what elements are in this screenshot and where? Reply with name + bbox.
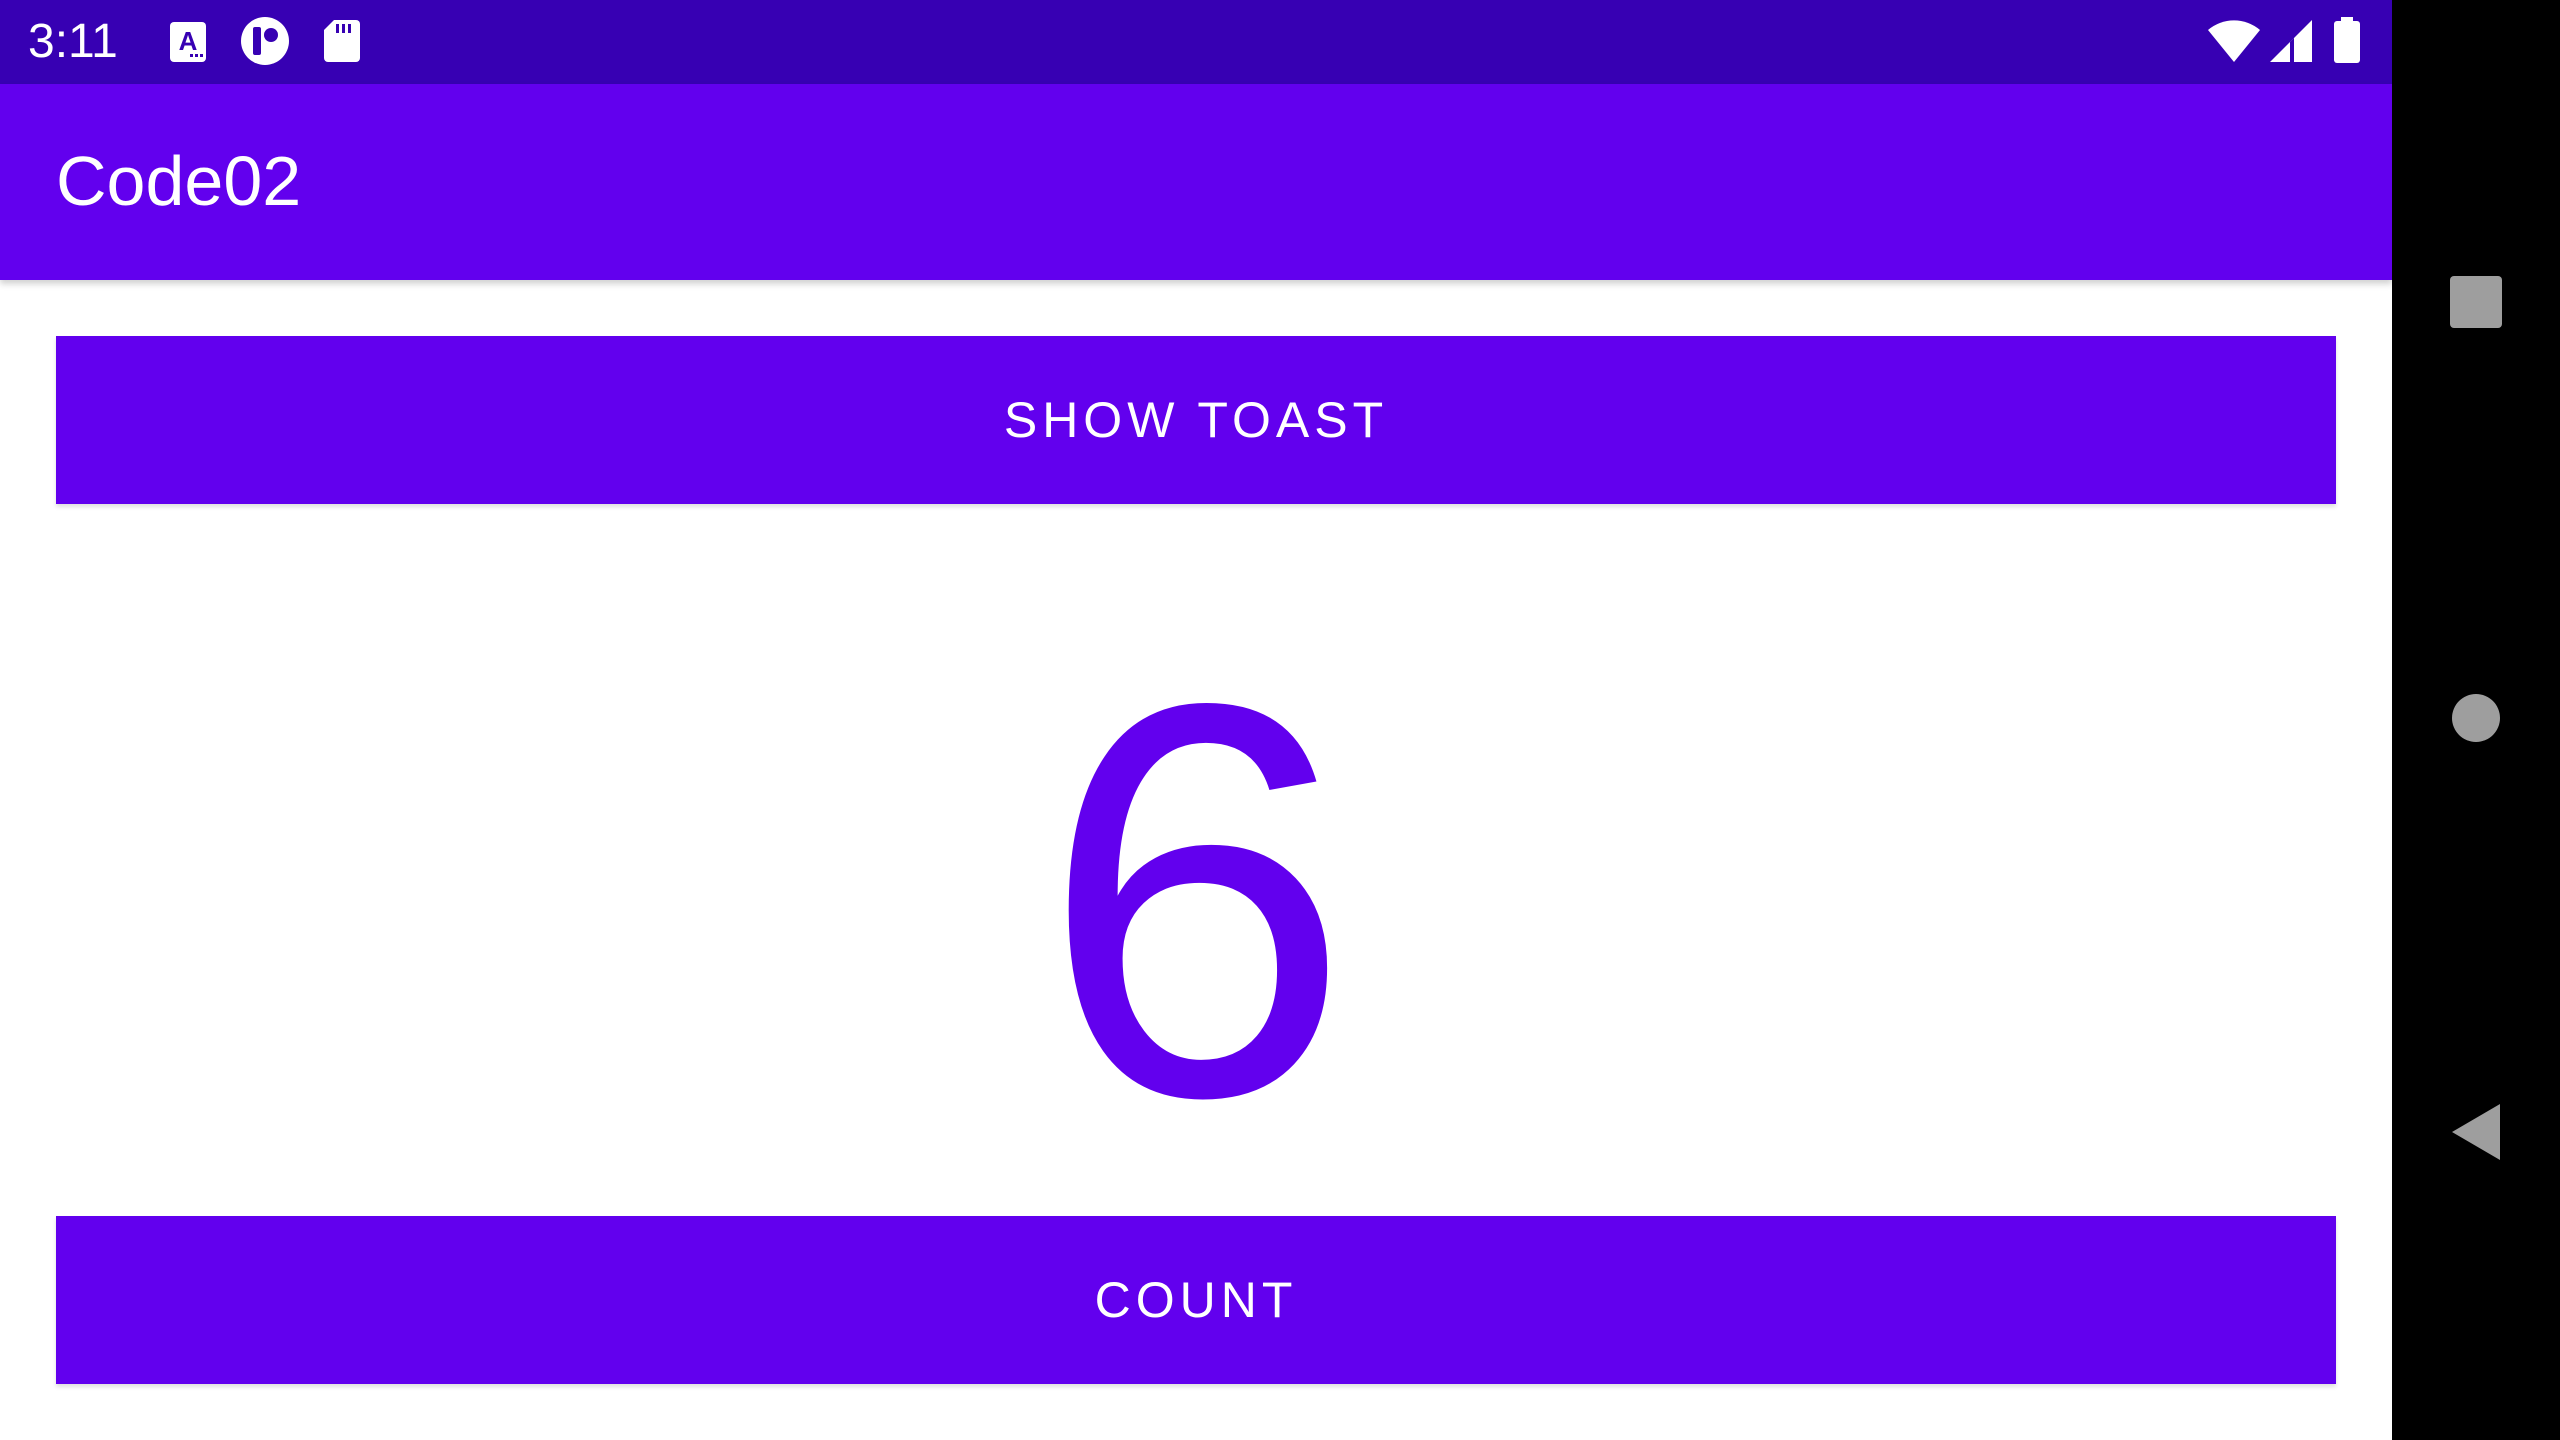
wifi-icon — [2206, 18, 2260, 66]
count-button[interactable]: COUNT — [56, 1216, 2336, 1384]
svg-text:A: A — [179, 26, 198, 56]
status-bar: 3:11 A — [0, 0, 2392, 84]
text-recognition-icon: A — [168, 18, 216, 66]
back-button[interactable] — [2426, 1084, 2526, 1184]
home-button[interactable] — [2426, 670, 2526, 770]
count-display: 6 — [1040, 587, 1352, 1213]
status-time: 3:11 — [28, 15, 118, 68]
back-triangle-icon — [2448, 1102, 2504, 1167]
battery-icon — [2332, 17, 2380, 66]
cell-signal-icon — [2268, 18, 2316, 66]
app-title: Code02 — [56, 142, 302, 220]
sd-card-icon — [322, 18, 370, 66]
app-screen: 3:11 A Code02 SHOW TOAST 6 COUNT — [0, 0, 2392, 1440]
recents-button[interactable] — [2426, 254, 2526, 354]
home-circle-icon — [2451, 693, 2501, 748]
app-bar: Code02 — [0, 84, 2392, 280]
recents-square-icon — [2450, 275, 2502, 333]
app-notification-icon — [240, 17, 289, 66]
navigation-bar — [2392, 0, 2560, 1440]
show-toast-button[interactable]: SHOW TOAST — [56, 336, 2336, 504]
